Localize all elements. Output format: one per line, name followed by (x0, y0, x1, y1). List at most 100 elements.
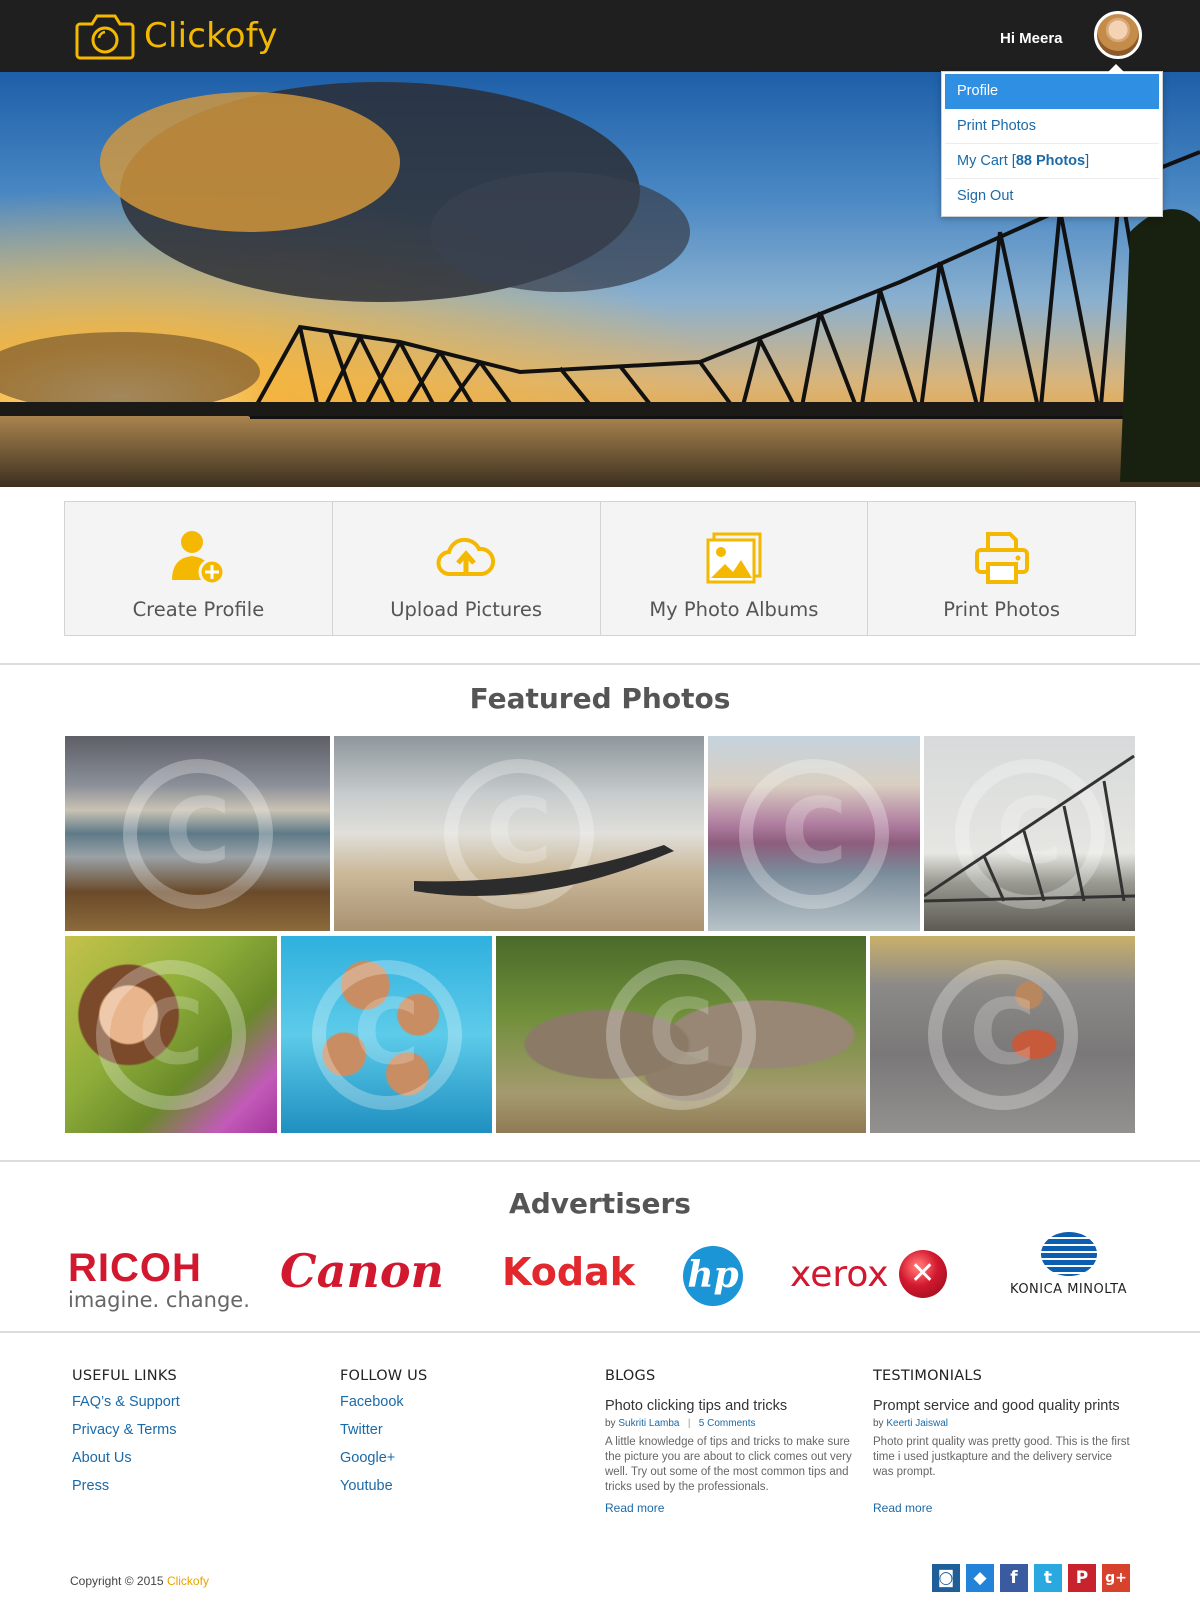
add-user-icon (172, 531, 226, 586)
feature-label: My Photo Albums (649, 598, 819, 621)
footer-useful-links: USEFUL LINKS FAQ’s & Support Privacy & T… (72, 1368, 180, 1496)
section-divider (0, 663, 1200, 665)
feature-print-photos[interactable]: Print Photos (868, 502, 1135, 635)
xerox-wordmark: xerox (790, 1253, 889, 1295)
testimonial-title[interactable]: Prompt service and good quality prints (873, 1398, 1131, 1414)
cloud-upload-icon (436, 537, 496, 576)
advertiser-ricoh[interactable]: RICOH imagine. change. (68, 1248, 250, 1312)
copyright-prefix: Copyright (70, 1574, 122, 1588)
camera-icon (75, 14, 135, 60)
feature-create-profile[interactable]: Create Profile (65, 502, 333, 635)
copyright-watermark (606, 959, 756, 1110)
copyright-brand[interactable]: Clickofy (167, 1574, 209, 1588)
menu-item-print-photos[interactable]: Print Photos (945, 109, 1159, 144)
konica-globe-icon (1040, 1232, 1097, 1276)
top-header: Clickofy Hi Meera (0, 0, 1200, 72)
social-icons: ◙ ◆ f t P g+ (932, 1564, 1130, 1592)
copyright-watermark (311, 959, 462, 1110)
link-twitter[interactable]: Twitter (340, 1420, 427, 1440)
photo-bridge-birds[interactable] (924, 736, 1135, 931)
featured-photos-title: Featured Photos (469, 682, 731, 715)
feature-label: Print Photos (943, 598, 1061, 621)
copyright-watermark (122, 758, 273, 909)
link-facebook[interactable]: Facebook (340, 1392, 427, 1412)
user-avatar[interactable] (1094, 11, 1142, 59)
menu-item-profile[interactable]: Profile (945, 74, 1159, 109)
advertiser-xerox[interactable]: xerox (790, 1250, 947, 1298)
testimonial-by: by (873, 1418, 884, 1429)
brand-name: Clickofy (144, 16, 278, 56)
advertiser-kodak[interactable]: Kodak (502, 1250, 635, 1294)
pinterest-icon[interactable]: P (1068, 1564, 1096, 1592)
blogs-heading: BLOGS (605, 1368, 656, 1384)
link-faq-support[interactable]: FAQ’s & Support (72, 1392, 180, 1412)
footer-blogs: BLOGS Photo clicking tips and tricks by … (605, 1368, 863, 1515)
testimonial-read-more[interactable]: Read more (873, 1501, 1131, 1515)
link-press[interactable]: Press (72, 1476, 180, 1496)
user-greeting: Hi Meera (1000, 30, 1063, 47)
cart-label-suffix: ] (1085, 153, 1090, 169)
blog-comments[interactable]: 5 Comments (699, 1418, 756, 1429)
blog-meta-separator: | (687, 1418, 691, 1429)
testimonial-meta: by Keerti Jaiswal (873, 1418, 1131, 1429)
menu-item-sign-out[interactable]: Sign Out (945, 179, 1159, 214)
testimonial-body: Photo print quality was pretty good. Thi… (873, 1436, 1130, 1478)
section-divider (0, 1331, 1200, 1333)
ricoh-wordmark: RICOH (68, 1246, 202, 1290)
footer-follow-us: FOLLOW US Facebook Twitter Google+ Youtu… (340, 1368, 427, 1496)
photo-man-pigeons[interactable] (870, 936, 1135, 1133)
feature-my-photo-albums[interactable]: My Photo Albums (601, 502, 869, 635)
bridge-shape (924, 754, 1135, 903)
konica-wordmark: KONICA MINOLTA (1010, 1282, 1127, 1297)
user-menu: Profile Print Photos My Cart [88 Photos]… (941, 64, 1163, 217)
footer-testimonials: TESTIMONIALS Prompt service and good qua… (873, 1368, 1131, 1515)
advertiser-konica-minolta[interactable]: KONICA MINOLTA (1010, 1232, 1127, 1297)
advertiser-hp[interactable]: hp (683, 1246, 743, 1306)
copyright-year: 2015 (136, 1574, 164, 1588)
testimonial-author[interactable]: Keerti Jaiswal (886, 1418, 948, 1429)
blog-excerpt: A little knowledge of tips and tricks to… (605, 1436, 852, 1493)
printer-icon (974, 532, 1029, 584)
testimonials-heading: TESTIMONIALS (873, 1368, 983, 1384)
xerox-logo-icon (898, 1250, 947, 1298)
link-google-plus[interactable]: Google+ (340, 1448, 427, 1468)
feature-label: Upload Pictures (390, 598, 542, 621)
ricoh-tagline: imagine. change. (68, 1288, 250, 1312)
follow-us-heading: FOLLOW US (340, 1368, 428, 1384)
advertisers-title: Advertisers (509, 1187, 691, 1220)
photo-riverside-temples[interactable] (708, 736, 920, 931)
photo-kids-pool[interactable] (281, 936, 492, 1133)
photo-mountain-lake[interactable] (65, 736, 330, 931)
brand-logo[interactable]: Clickofy (74, 10, 278, 62)
advertiser-canon[interactable]: Canon (280, 1244, 444, 1298)
photo-elephants[interactable] (496, 936, 866, 1133)
cart-label-prefix: My Cart [ (957, 153, 1016, 169)
boat-shape (414, 845, 674, 896)
link-privacy-terms[interactable]: Privacy & Terms (72, 1420, 180, 1440)
feature-label: Create Profile (132, 598, 265, 621)
blog-author[interactable]: Sukriti Lamba (618, 1418, 679, 1429)
section-divider (0, 1160, 1200, 1162)
instagram-icon[interactable]: ◙ (932, 1564, 960, 1592)
dropbox-icon[interactable]: ◆ (966, 1564, 994, 1592)
facebook-icon[interactable]: f (1000, 1564, 1028, 1592)
blog-post-meta: by Sukriti Lamba | 5 Comments (605, 1418, 863, 1429)
menu-item-my-cart[interactable]: My Cart [88 Photos] (945, 144, 1159, 179)
link-about-us[interactable]: About Us (72, 1448, 180, 1468)
blog-post-title[interactable]: Photo clicking tips and tricks (605, 1398, 863, 1414)
copyright-symbol: © (124, 1574, 134, 1588)
link-youtube[interactable]: Youtube (340, 1476, 427, 1496)
copyright-notice: Copyright © 2015 Clickofy (70, 1574, 209, 1588)
photo-beach-boat[interactable] (334, 736, 704, 931)
google-plus-icon[interactable]: g+ (1102, 1564, 1130, 1592)
useful-links-heading: USEFUL LINKS (72, 1368, 177, 1384)
blog-by: by (605, 1418, 616, 1429)
feature-upload-pictures[interactable]: Upload Pictures (333, 502, 601, 635)
photo-girl-flowers[interactable] (65, 936, 277, 1133)
twitter-icon[interactable]: t (1034, 1564, 1062, 1592)
copyright-watermark (739, 758, 889, 909)
blog-read-more[interactable]: Read more (605, 1501, 863, 1515)
copyright-watermark (927, 959, 1078, 1110)
photo-album-icon (706, 532, 762, 584)
copyright-watermark (96, 959, 246, 1110)
